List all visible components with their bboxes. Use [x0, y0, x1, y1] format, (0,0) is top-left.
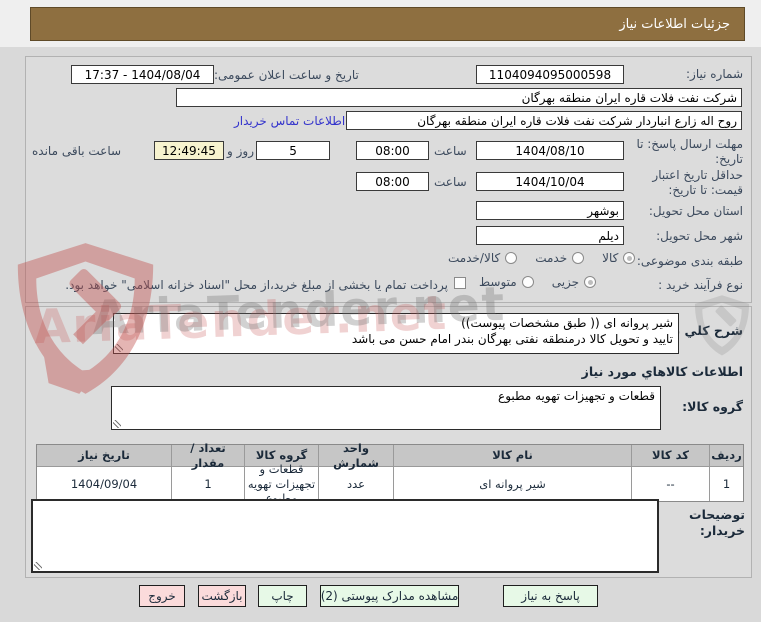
buyer-notes-label: توضیحات خریدار:	[689, 507, 745, 539]
cell-code: --	[631, 467, 709, 501]
announce-field[interactable]: 1404/08/04 - 17:37	[71, 65, 214, 84]
remaining-days-field[interactable]: 5	[256, 141, 330, 160]
col-header-radif: ردیف	[709, 445, 743, 467]
radio-minor-icon[interactable]	[584, 276, 597, 288]
option-medium-label: متوسط	[479, 275, 517, 289]
need-desc-line1: شیر پروانه ای (( طبق مشخصات پیوست))	[461, 316, 673, 330]
need-number-label: شماره نیاز:	[686, 67, 743, 81]
cell-unit: عدد	[318, 467, 393, 501]
respond-button[interactable]: پاسخ به نیاز	[503, 585, 598, 607]
buyer-contact-link[interactable]: اطلاعات تماس خریدار	[234, 114, 345, 128]
announce-label: تاریخ و ساعت اعلان عمومی:	[214, 68, 359, 82]
cell-date: 1404/09/04	[70, 476, 138, 491]
need-desc-line2: تایید و تحویل کالا درمنطقه نفتی بهرگان ب…	[351, 331, 673, 346]
goods-group-textarea[interactable]: قطعات و تجهیزات تهویه مطبوع	[111, 386, 661, 430]
option-goods-service-label: کالا/خدمت	[448, 251, 501, 265]
city-field[interactable]: دیلم	[476, 226, 624, 245]
need-desc-textarea[interactable]: شیر پروانه ای (( طبق مشخصات پیوست)) تایی…	[113, 313, 679, 354]
creator-field[interactable]: روح اله زارع انباردار شرکت نفت فلات قاره…	[346, 111, 742, 130]
need-details-page: جزئیات اطلاعات نیاز شماره نیاز: 11040940…	[0, 0, 761, 622]
goods-section-heading: اطلاعات کالاهاي مورد نیاز	[581, 364, 743, 379]
resize-handle-icon[interactable]	[113, 420, 121, 428]
province-field[interactable]: بوشهر	[476, 201, 624, 220]
radio-medium-icon[interactable]	[521, 276, 534, 288]
general-info-panel: شماره نیاز: 1104094095000598 تاریخ و ساع…	[25, 56, 752, 303]
treasury-note: پرداخت تمام یا بخشی از مبلغ خرید،از محل …	[65, 278, 448, 292]
process-type-label: نوع فرآیند خرید :	[658, 278, 743, 292]
validity-time-label: ساعت	[434, 175, 467, 189]
deadline-label: مهلت ارسال پاسخ: تا تاریخ:	[636, 137, 743, 166]
classification-label: طبقه بندی موضوعی:	[636, 254, 743, 268]
goods-table: ردیف کد کالا نام کالا واحد شمارش گروه کا…	[36, 441, 744, 505]
resize-handle-icon[interactable]	[34, 562, 42, 570]
radio-service-icon[interactable]	[572, 252, 585, 264]
col-header-code: کد کالا	[631, 445, 709, 467]
treasury-checkbox[interactable]	[454, 277, 466, 289]
buyer-notes-textarea[interactable]	[31, 499, 659, 573]
exit-button[interactable]: خروج	[139, 585, 185, 607]
process-type-options: جزیی متوسط	[479, 275, 597, 289]
col-header-name: نام کالا	[393, 445, 631, 467]
resize-handle-icon[interactable]	[115, 344, 123, 352]
option-goods-label: کالا	[602, 251, 619, 265]
option-service[interactable]: خدمت	[535, 251, 585, 265]
cell-qty: 1	[171, 467, 244, 501]
page-title-bar: جزئیات اطلاعات نیاز	[30, 7, 745, 41]
goods-group-label: گروه کالا:	[682, 399, 743, 414]
buyer-org-field[interactable]: شرکت نفت فلات قاره ایران منطقه بهرگان	[176, 88, 742, 107]
remaining-suffix-label: ساعت باقی مانده	[32, 144, 122, 158]
radio-goods-icon[interactable]	[623, 252, 636, 264]
remaining-countdown: 12:49:45	[154, 141, 224, 160]
col-header-qty: تعداد / مقدار	[171, 441, 244, 470]
validity-time-field[interactable]: 08:00	[356, 172, 429, 191]
goods-table-header-row: ردیف کد کالا نام کالا واحد شمارش گروه کا…	[37, 441, 743, 470]
option-goods-service[interactable]: کالا/خدمت	[448, 251, 518, 265]
cell-group: قطعات و تجهیزات تهویه مطبوع	[244, 462, 318, 505]
deadline-date-field[interactable]: 1404/08/10	[476, 141, 624, 160]
goods-group-value: قطعات و تجهیزات تهویه مطبوع	[498, 389, 655, 403]
deadline-time-label: ساعت	[434, 144, 467, 158]
table-row: 1 -- شیر پروانه ای عدد قطعات و تجهیزات ت…	[37, 462, 743, 505]
cell-radif: 1	[709, 467, 743, 501]
classification-options: کالا خدمت کالا/خدمت	[448, 251, 636, 265]
option-minor-label: جزیی	[551, 275, 580, 289]
page-title: جزئیات اطلاعات نیاز	[619, 16, 730, 32]
col-header-date: تاریخ نیاز	[37, 445, 171, 467]
col-header-unit: واحد شمارش	[318, 441, 393, 470]
option-service-label: خدمت	[535, 251, 568, 265]
radio-goods-service-icon[interactable]	[505, 252, 518, 264]
validity-date-field[interactable]: 1404/10/04	[476, 172, 624, 191]
view-attachments-button[interactable]: مشاهده مدارک پیوستی (2)	[320, 585, 459, 607]
back-button[interactable]: بازگشت	[198, 585, 246, 607]
option-medium[interactable]: متوسط	[479, 275, 534, 289]
option-minor[interactable]: جزیی	[551, 275, 597, 289]
city-label: شهر محل تحویل:	[656, 229, 743, 243]
goods-info-panel: شرح کلي نیاز: شیر پروانه ای (( طبق مشخصا…	[25, 306, 752, 578]
print-button[interactable]: چاپ	[258, 585, 307, 607]
option-goods[interactable]: کالا	[602, 251, 636, 265]
province-label: استان محل تحویل:	[648, 204, 743, 218]
deadline-time-field[interactable]: 08:00	[356, 141, 429, 160]
need-number-field[interactable]: 1104094095000598	[476, 65, 624, 84]
remaining-days-label: روز و	[227, 144, 254, 158]
cell-name: شیر پروانه ای	[393, 467, 631, 501]
validity-label: حداقل تاریخ اعتبار قیمت: تا تاریخ:	[652, 168, 743, 197]
